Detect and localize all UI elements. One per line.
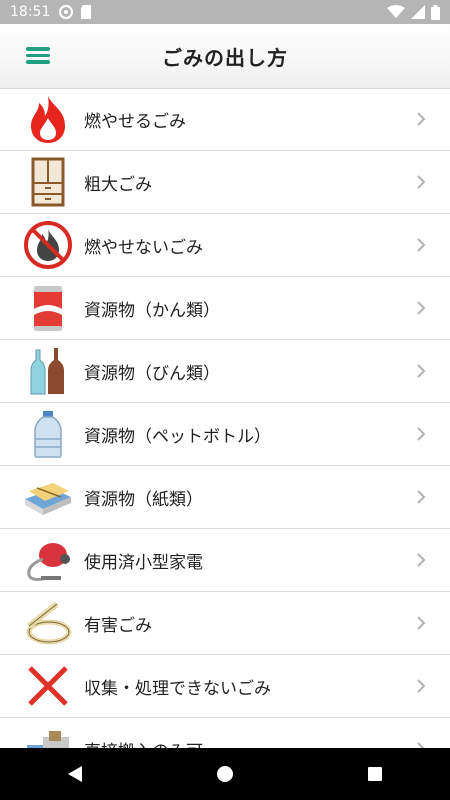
chevron-right-icon [417, 553, 426, 567]
status-time: 18:51 [10, 4, 51, 20]
chevron-right-icon [417, 112, 426, 126]
back-button[interactable] [45, 754, 105, 794]
data-saver-icon [59, 5, 74, 19]
can-icon [22, 282, 74, 334]
item-label: 資源物（ペットボトル） [84, 426, 271, 447]
item-label: 資源物（紙類） [84, 489, 203, 510]
sd-card-icon [81, 5, 92, 19]
fluorescent-lamp-icon [22, 597, 74, 649]
cabinet-icon [22, 156, 74, 208]
chevron-right-icon [417, 364, 426, 378]
chevron-right-icon [417, 175, 426, 189]
chevron-right-icon [417, 616, 426, 630]
cross-icon [22, 660, 74, 712]
newspaper-icon [22, 471, 74, 523]
item-label: 燃やせないごみ [84, 237, 203, 258]
list-item-hazardous[interactable]: 有害ごみ [0, 592, 450, 655]
home-button[interactable] [195, 754, 255, 794]
pet-bottle-icon [22, 408, 74, 460]
item-label: 有害ごみ [84, 615, 152, 636]
list-item-not-collectable[interactable]: 収集・処理できないごみ [0, 655, 450, 718]
item-label: 収集・処理できないごみ [84, 678, 271, 699]
list-item-paper[interactable]: 資源物（紙類） [0, 466, 450, 529]
home-icon [217, 766, 233, 782]
menu-icon[interactable] [26, 44, 52, 68]
system-nav-bar [0, 748, 450, 800]
signal-icon [411, 5, 425, 19]
page-title: ごみの出し方 [162, 45, 288, 70]
app-bar: ごみの出し方 [0, 24, 450, 89]
recents-button[interactable] [345, 754, 405, 794]
chevron-right-icon [417, 301, 426, 315]
truck-icon [22, 723, 74, 748]
battery-icon [431, 4, 440, 20]
chevron-right-icon [417, 490, 426, 504]
item-label: 資源物（びん類） [84, 363, 220, 384]
category-list: 燃やせるごみ 粗大ごみ 燃やせないごみ 資源物（かん類） 資源物（びん類） 資源… [0, 88, 450, 748]
back-icon [68, 766, 82, 782]
list-item-cans[interactable]: 資源物（かん類） [0, 277, 450, 340]
item-label: 直接搬入のみ可 [84, 737, 203, 749]
list-item-non-burnable[interactable]: 燃やせないごみ [0, 214, 450, 277]
chevron-right-icon [417, 679, 426, 693]
chevron-right-icon [417, 742, 425, 748]
recents-icon [368, 767, 382, 781]
status-bar: 18:51 [0, 0, 450, 24]
bottles-icon [22, 345, 74, 397]
list-item-oversized[interactable]: 粗大ごみ [0, 151, 450, 214]
item-label: 燃やせるごみ [84, 111, 186, 132]
fire-icon [22, 93, 74, 145]
list-item-direct-delivery[interactable]: 直接搬入のみ可 [0, 718, 450, 748]
list-item-burnable[interactable]: 燃やせるごみ [0, 88, 450, 151]
list-item-small-appliances[interactable]: 使用済小型家電 [0, 529, 450, 592]
chevron-right-icon [417, 427, 426, 441]
list-item-pet-bottles[interactable]: 資源物（ペットボトル） [0, 403, 450, 466]
item-label: 使用済小型家電 [84, 552, 203, 573]
no-burn-icon [22, 219, 74, 271]
list-item-bottles[interactable]: 資源物（びん類） [0, 340, 450, 403]
wifi-icon [387, 5, 405, 18]
chevron-right-icon [417, 238, 426, 252]
item-label: 資源物（かん類） [84, 300, 220, 321]
vacuum-cleaner-icon [22, 534, 74, 586]
item-label: 粗大ごみ [84, 174, 152, 195]
